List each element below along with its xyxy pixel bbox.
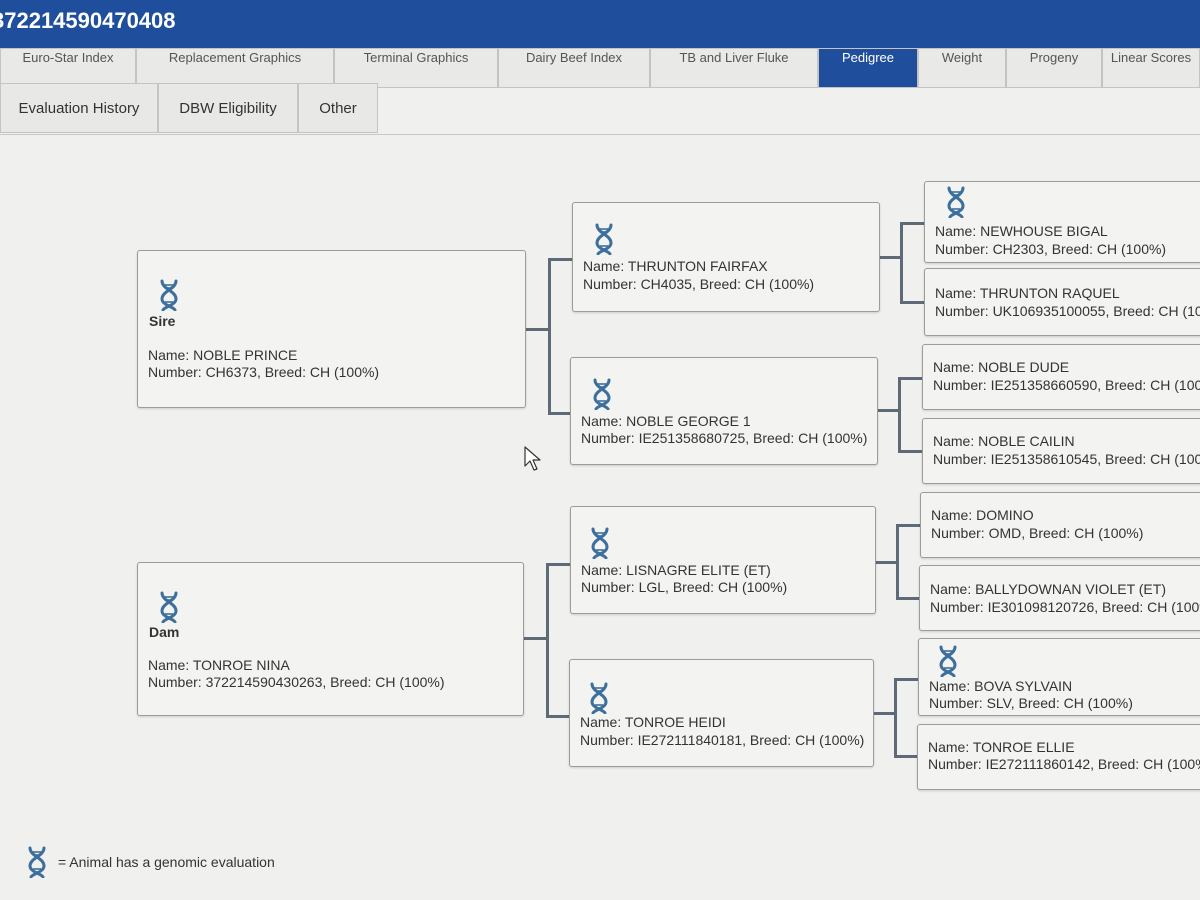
animal-name: Name: LISNAGRE ELITE (ET) — [581, 562, 771, 578]
animal-number: Number: LGL, Breed: CH (100%) — [581, 579, 788, 595]
dna-icon — [588, 682, 610, 714]
tab-weight[interactable]: Weight — [918, 48, 1006, 88]
connector-line — [896, 524, 899, 600]
animal-name: Name: NOBLE DUDE — [933, 359, 1070, 375]
connector-line — [880, 256, 902, 259]
dna-icon — [158, 279, 180, 311]
connector-line — [894, 755, 918, 758]
dna-icon — [937, 645, 959, 677]
tab-progeny[interactable]: Progeny — [1006, 48, 1102, 88]
connector-line — [524, 637, 548, 640]
connector-line — [900, 301, 924, 304]
animal-name: Name: THRUNTON RAQUEL — [935, 285, 1120, 301]
animal-number: Number: SLV, Breed: CH (100%) — [929, 695, 1133, 711]
animal-number: Number: IE251358610545, Breed: CH (100% — [933, 451, 1200, 467]
connector-line — [548, 258, 551, 414]
connector-line — [898, 377, 901, 453]
pedigree-card-dam-sire[interactable]: Name: LISNAGRE ELITE (ET) Number: LGL, B… — [570, 506, 876, 614]
tab-tb-liver-fluke[interactable]: TB and Liver Fluke — [650, 48, 818, 88]
animal-name: Name: TONROE ELLIE — [928, 739, 1075, 755]
tab-dbw-eligibility[interactable]: DBW Eligibility — [158, 83, 298, 133]
tab-other[interactable]: Other — [298, 83, 378, 133]
tab-terminal-graphics[interactable]: Terminal Graphics — [334, 48, 498, 88]
connector-line — [546, 563, 570, 566]
animal-name: Name: TONROE HEIDI — [580, 714, 726, 730]
animal-name: Name: BOVA SYLVAIN — [929, 678, 1073, 694]
pedigree-card-dam[interactable]: Dam Name: TONROE NINA Number: 3722145904… — [137, 562, 524, 716]
pedigree-card-sire-sire[interactable]: Name: THRUNTON FAIRFAX Number: CH4035, B… — [572, 202, 880, 312]
legend-text: = Animal has a genomic evaluation — [58, 854, 275, 870]
connector-line — [526, 328, 550, 331]
connector-line — [876, 561, 898, 564]
animal-name: Name: NOBLE PRINCE — [148, 347, 298, 363]
connector-line — [548, 412, 572, 415]
tab-replacement-graphics[interactable]: Replacement Graphics — [136, 48, 334, 88]
mouse-cursor-icon — [524, 446, 541, 471]
pedigree-card-sire-dam[interactable]: Name: NOBLE GEORGE 1 Number: IE251358680… — [570, 357, 878, 465]
dna-icon — [26, 846, 48, 878]
connector-line — [548, 258, 572, 261]
connector-line — [546, 715, 570, 718]
dna-icon — [158, 591, 180, 623]
dna-icon — [591, 378, 613, 410]
pedigree-card-great-grandparent-8[interactable]: Name: TONROE ELLIE Number: IE27211186014… — [917, 724, 1200, 790]
animal-name: Name: BALLYDOWNAN VIOLET (ET) — [930, 581, 1166, 597]
animal-name: Name: NOBLE GEORGE 1 — [581, 413, 751, 429]
tab-evaluation-history[interactable]: Evaluation History — [0, 83, 158, 133]
dna-icon — [945, 186, 967, 218]
pedigree-card-sire[interactable]: Sire Name: NOBLE PRINCE Number: CH6373, … — [137, 250, 526, 408]
animal-number: Number: 372214590430263, Breed: CH (100%… — [148, 674, 445, 690]
pedigree-card-dam-dam[interactable]: Name: TONROE HEIDI Number: IE27211184018… — [569, 659, 874, 767]
animal-number: Number: IE301098120726, Breed: CH (100% — [930, 599, 1200, 615]
connector-line — [546, 563, 549, 717]
top-tab-bar: Euro-Star Index Replacement Graphics Ter… — [0, 48, 1200, 88]
connector-line — [898, 377, 922, 380]
animal-number: Number: CH2303, Breed: CH (100%) — [935, 241, 1167, 257]
sub-tab-bar: Evaluation History DBW Eligibility Other — [0, 83, 1200, 135]
pedigree-card-great-grandparent-4[interactable]: Name: NOBLE CAILIN Number: IE25135861054… — [922, 418, 1200, 484]
animal-number: Number: IE272111860142, Breed: CH (100%) — [928, 756, 1200, 772]
connector-line — [894, 678, 897, 758]
animal-number: Number: IE251358680725, Breed: CH (100%) — [581, 430, 868, 446]
tab-linear-scores[interactable]: Linear Scores — [1102, 48, 1200, 88]
pedigree-card-great-grandparent-7[interactable]: Name: BOVA SYLVAIN Number: SLV, Breed: C… — [918, 638, 1200, 716]
connector-line — [894, 678, 918, 681]
connector-line — [896, 597, 920, 600]
connector-line — [874, 712, 896, 715]
tab-dairy-beef-index[interactable]: Dairy Beef Index — [498, 48, 650, 88]
connector-line — [898, 450, 922, 453]
connector-line — [878, 409, 900, 412]
animal-number: Number: CH4035, Breed: CH (100%) — [583, 276, 815, 292]
connector-line — [900, 222, 924, 225]
pedigree-card-great-grandparent-3[interactable]: Name: NOBLE DUDE Number: IE251358660590,… — [922, 344, 1200, 410]
tab-pedigree[interactable]: Pedigree — [818, 48, 918, 88]
animal-number: Number: OMD, Breed: CH (100%) — [931, 525, 1144, 541]
animal-name: Name: TONROE NINA — [148, 657, 290, 673]
animal-number: Number: IE251358660590, Breed: CH (100% — [933, 377, 1200, 393]
pedigree-card-great-grandparent-2[interactable]: Name: THRUNTON RAQUEL Number: UK10693510… — [924, 268, 1200, 336]
connector-line — [896, 524, 920, 527]
animal-number: Number: UK106935100055, Breed: CH (100 — [935, 303, 1200, 319]
role-label: Sire — [149, 313, 176, 329]
tab-euro-star-index[interactable]: Euro-Star Index — [0, 48, 136, 88]
animal-name: Name: NOBLE CAILIN — [933, 433, 1075, 449]
animal-id-title: 372214590470408 — [0, 8, 176, 33]
animal-name: Name: NEWHOUSE BIGAL — [935, 223, 1108, 239]
connector-line — [900, 222, 903, 304]
dna-icon — [589, 527, 611, 559]
pedigree-card-great-grandparent-6[interactable]: Name: BALLYDOWNAN VIOLET (ET) Number: IE… — [919, 565, 1200, 631]
dna-icon — [593, 223, 615, 255]
pedigree-card-great-grandparent-1[interactable]: Name: NEWHOUSE BIGAL Number: CH2303, Bre… — [924, 181, 1200, 263]
role-label: Dam — [149, 624, 180, 640]
animal-number: Number: CH6373, Breed: CH (100%) — [148, 364, 380, 380]
animal-name: Name: THRUNTON FAIRFAX — [583, 258, 768, 274]
animal-name: Name: DOMINO — [931, 507, 1034, 523]
pedigree-card-great-grandparent-5[interactable]: Name: DOMINO Number: OMD, Breed: CH (100… — [920, 492, 1200, 558]
animal-number: Number: IE272111840181, Breed: CH (100%) — [580, 732, 865, 748]
genomic-legend: = Animal has a genomic evaluation — [26, 846, 275, 878]
